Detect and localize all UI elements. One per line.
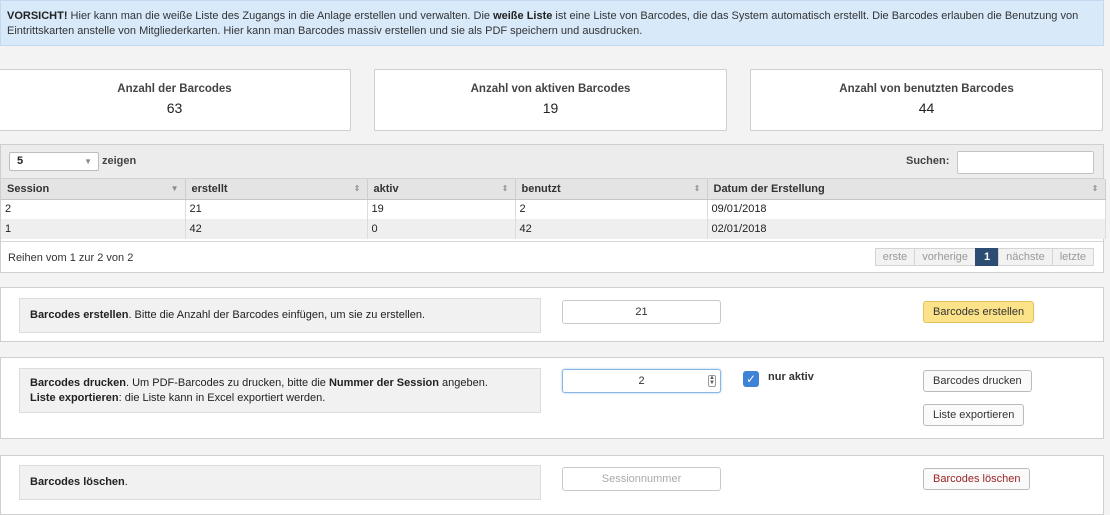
barcode-count-input[interactable]: 21 — [562, 300, 721, 324]
cell-erstellt: 42 — [185, 219, 368, 239]
delete-desc-bold: Barcodes löschen — [30, 476, 125, 488]
column-header-session[interactable]: Session ▼ — [1, 179, 186, 200]
cell-erstellt: 21 — [185, 199, 368, 219]
delete-desc-text: . — [124, 476, 128, 488]
table-row: 2 21 19 2 09/01/2018 — [1, 199, 1106, 219]
chevron-down-icon: ▼ — [84, 157, 92, 166]
print-barcodes-button[interactable]: Barcodes drucken — [923, 370, 1032, 392]
stat-value-used: 44 — [918, 100, 935, 116]
stat-label-used: Anzahl von benutzten Barcodes — [839, 83, 1014, 95]
page-length-select[interactable]: 5 ▼ — [9, 152, 99, 171]
table-info: Reihen vom 1 zur 2 von 2 — [8, 252, 134, 264]
cell-benutzt: 2 — [515, 199, 708, 219]
stat-label-active: Anzahl von aktiven Barcodes — [470, 83, 631, 95]
nur-aktiv-label: nur aktiv — [768, 371, 814, 383]
delete-description: Barcodes löschen. — [19, 465, 541, 500]
create-barcodes-panel: Barcodes erstellen. Bitte die Anzahl der… — [0, 287, 1104, 342]
create-desc-text: . Bitte die Anzahl der Barcodes einfügen… — [128, 309, 425, 321]
sort-both-icon: ⇕ — [501, 184, 509, 193]
table-footer: Reihen vom 1 zur 2 von 2 erste vorherige… — [1, 241, 1103, 274]
info-alert: VORSICHT! Hier kann man die weiße Liste … — [0, 0, 1104, 46]
search-input[interactable] — [957, 151, 1094, 174]
cell-session: 1 — [1, 219, 186, 239]
column-header-benutzt[interactable]: benutzt ⇕ — [515, 179, 708, 200]
column-header-aktiv[interactable]: aktiv ⇕ — [367, 179, 516, 200]
nur-aktiv-checkbox[interactable]: ✓ — [743, 371, 759, 387]
page-length-suffix: zeigen — [102, 155, 137, 167]
column-header-datum[interactable]: Datum der Erstellung ⇕ — [707, 179, 1106, 200]
table-header-row: Session ▼ erstellt ⇕ aktiv ⇕ benutzt ⇕ Datum… — [1, 179, 1106, 200]
alert-text-1: Hier kann man die weiße Liste des Zugang… — [67, 10, 494, 22]
stat-card-active: Anzahl von aktiven Barcodes 19 — [374, 69, 727, 131]
search-label: Suchen: — [906, 155, 950, 167]
cell-datum: 02/01/2018 — [707, 219, 1106, 239]
print-barcodes-panel: Barcodes drucken. Um PDF-Barcodes zu dru… — [0, 357, 1104, 439]
stat-value-total: 63 — [166, 100, 183, 116]
cell-aktiv: 19 — [367, 199, 516, 219]
pager-last-button[interactable]: letzte — [1051, 248, 1094, 266]
stat-label-total: Anzahl der Barcodes — [117, 83, 232, 95]
stepper-icon[interactable]: ▲ ▼ — [708, 375, 716, 387]
delete-barcodes-button[interactable]: Barcodes löschen — [923, 468, 1031, 490]
sort-both-icon: ⇕ — [353, 184, 361, 193]
cell-session: 2 — [1, 199, 186, 219]
delete-barcodes-panel: Barcodes löschen. Sessionnummer Barcodes… — [0, 455, 1104, 515]
pager-prev-button[interactable]: vorherige — [914, 248, 977, 266]
print-desc-line1: Barcodes drucken. Um PDF-Barcodes zu dru… — [30, 377, 488, 389]
delete-session-input[interactable]: Sessionnummer — [562, 467, 721, 491]
alert-warning-strong: VORSICHT! — [7, 10, 68, 22]
export-list-button[interactable]: Liste exportieren — [923, 404, 1025, 426]
print-desc-line2: Liste exportieren: die Liste kann in Exc… — [30, 392, 326, 404]
session-number-value: 2 — [638, 375, 645, 387]
pager-first-button[interactable]: erste — [874, 248, 916, 266]
create-barcodes-button[interactable]: Barcodes erstellen — [923, 301, 1035, 323]
cell-aktiv: 0 — [367, 219, 516, 239]
stat-value-active: 19 — [542, 100, 559, 116]
table-row: 1 42 0 42 02/01/2018 — [1, 219, 1106, 239]
sort-desc-icon: ▼ — [170, 184, 179, 193]
alert-strong-weisse-liste: weiße Liste — [493, 10, 553, 22]
stat-card-used: Anzahl von benutzten Barcodes 44 — [750, 69, 1103, 131]
table-toolbar: 5 ▼ zeigen Suchen: — [1, 145, 1103, 179]
create-description: Barcodes erstellen. Bitte die Anzahl der… — [19, 298, 541, 333]
page-length-value: 5 — [17, 155, 24, 167]
sessions-table-panel: 5 ▼ zeigen Suchen: Session ▼ erstellt ⇕ ak… — [0, 144, 1106, 274]
print-description: Barcodes drucken. Um PDF-Barcodes zu dru… — [19, 368, 541, 413]
cell-datum: 09/01/2018 — [707, 199, 1106, 219]
pagination: erste vorherige 1 nächste letzte — [874, 248, 1094, 266]
pager-next-button[interactable]: nächste — [998, 248, 1053, 266]
sessions-table: Session ▼ erstellt ⇕ aktiv ⇕ benutzt ⇕ Datum… — [1, 179, 1106, 239]
stat-card-total: Anzahl der Barcodes 63 — [0, 69, 351, 131]
session-number-input[interactable]: 2 ▲ ▼ — [562, 369, 721, 393]
create-desc-bold: Barcodes erstellen — [30, 309, 129, 321]
cell-benutzt: 42 — [515, 219, 708, 239]
pager-page-1-button[interactable]: 1 — [975, 248, 1000, 266]
sort-both-icon: ⇕ — [693, 184, 701, 193]
column-header-erstellt[interactable]: erstellt ⇕ — [185, 179, 368, 200]
sort-both-icon: ⇕ — [1091, 184, 1099, 193]
